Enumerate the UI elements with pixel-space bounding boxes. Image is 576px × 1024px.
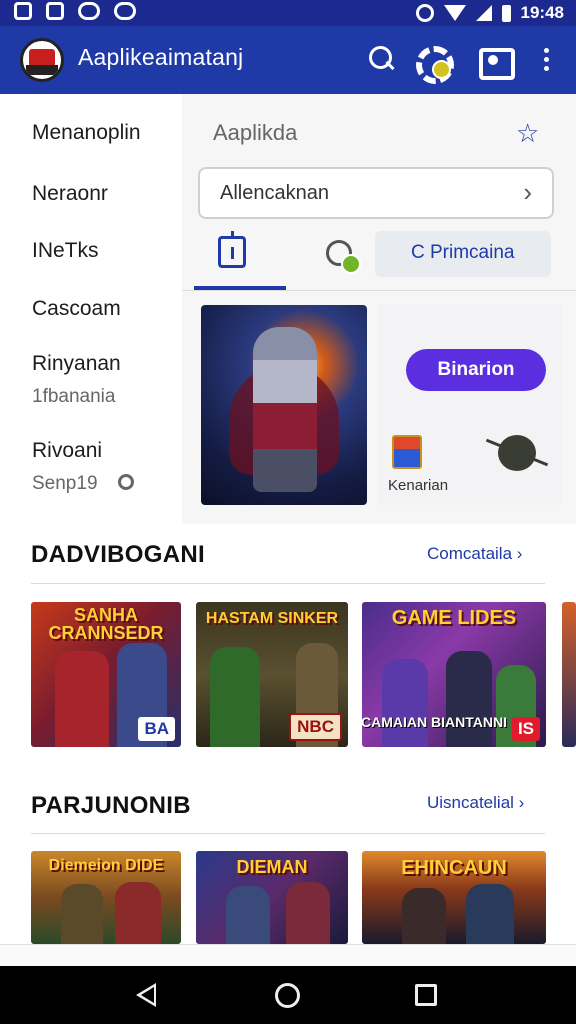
game-card-5[interactable]: DIEMAN	[196, 851, 348, 944]
app-title: Aaplikeaimatanj	[78, 44, 244, 70]
drawer-item-6[interactable]: Rivoani	[32, 439, 102, 463]
drawer-item-5[interactable]: Rinyanan	[32, 352, 121, 376]
character-figure	[61, 884, 103, 944]
signal-icon	[475, 5, 492, 21]
bottom-nav	[0, 944, 576, 966]
nav-drawer: Menanoplin Neraonr INeTks Cascoam Rinyan…	[0, 94, 182, 524]
chevron-right-icon[interactable]: ›	[523, 177, 532, 208]
app-panel: Aaplikda ☆ Allencaknan › C Primcaina Bin…	[182, 94, 576, 524]
face-icon	[78, 2, 100, 20]
recents-icon[interactable]	[415, 984, 437, 1006]
game-card-6-title: EHINCAUN	[401, 857, 507, 879]
character-figure	[402, 888, 446, 944]
status-bar: 19:48	[0, 0, 576, 26]
section-title-1: DADVIBOGANI	[31, 541, 205, 568]
game-card-2-badge: NBC	[289, 713, 342, 741]
camera-icon[interactable]	[477, 44, 515, 80]
alarm-icon	[415, 4, 434, 22]
game-card-1-badge: BA	[138, 717, 175, 741]
app-bar: Aaplikeaimatanj	[0, 26, 576, 94]
game-card-3-badge: IS	[511, 717, 540, 741]
chat-icon	[114, 2, 136, 20]
game-card-2[interactable]: HASTAM SINKER NBC	[196, 602, 348, 747]
battery-saver-icon	[46, 2, 64, 20]
system-nav-bar	[0, 966, 576, 1024]
search-field-text: Allencaknan	[220, 182, 329, 204]
system-icons: 19:48	[415, 3, 564, 23]
section-link-1[interactable]: Comcataila ›	[427, 544, 522, 564]
game-card-4-title: Diemeion DIDE	[48, 857, 164, 874]
game-thumbnail-icon[interactable]	[392, 435, 422, 469]
mace-icon	[498, 435, 536, 471]
divider	[182, 290, 576, 291]
back-icon[interactable]	[136, 983, 156, 1007]
hero-figure	[253, 327, 317, 492]
notification-icon	[14, 2, 32, 20]
game-card-3-subtitle: CAMAIAN BIANTANNI	[362, 714, 507, 730]
divider	[31, 583, 545, 584]
panel-title: Aaplikda	[213, 120, 298, 145]
character-figure	[226, 886, 270, 944]
character-figure	[115, 882, 161, 944]
drawer-item-1[interactable]: Menanoplin	[32, 121, 141, 145]
game-card-3-title: GAME LIDES	[391, 607, 517, 629]
game-card-5-title: DIEMAN	[236, 857, 308, 877]
drawer-item-4[interactable]: Cascoam	[32, 297, 121, 321]
section-title-2: PARJUNONIB	[31, 792, 191, 819]
drawer-item-2[interactable]: Neraonr	[32, 182, 108, 206]
character-figure	[466, 884, 514, 944]
star-icon[interactable]: ☆	[516, 118, 539, 149]
game-card-3[interactable]: GAME LIDES CAMAIAN BIANTANNI IS	[362, 602, 546, 747]
radio-icon[interactable]	[118, 474, 134, 490]
tab-history-icon[interactable]	[326, 240, 361, 274]
section-link-2[interactable]: Uisncatelial ›	[427, 793, 524, 813]
drawer-item-6-sub: Senp19	[32, 473, 98, 494]
more-vert-icon[interactable]	[538, 44, 570, 76]
tab-device-icon[interactable]	[218, 231, 246, 268]
tab-premium-label: C Primcaina	[411, 242, 515, 263]
character-figure	[382, 659, 428, 747]
game-card-2-title: HASTAM SINKER	[205, 610, 339, 627]
divider	[31, 833, 545, 834]
section-link-2-label: Uisncatelial	[427, 793, 514, 812]
game-card-1[interactable]: SANHA CRANNSEDR BA	[31, 602, 181, 747]
notification-icons	[14, 2, 136, 20]
game-card-4[interactable]: Diemeion DIDE	[31, 851, 181, 944]
gear-icon[interactable]	[414, 44, 454, 84]
clock: 19:48	[520, 3, 564, 22]
app-logo[interactable]	[20, 38, 64, 82]
featured-game-image[interactable]	[201, 305, 367, 505]
search-icon[interactable]	[366, 44, 398, 76]
promo-card: Binarion Kenarian	[378, 305, 562, 505]
search-field[interactable]: Allencaknan ›	[198, 167, 554, 219]
character-figure	[286, 882, 330, 944]
game-card-1-title: SANHA CRANNSEDR	[48, 605, 164, 643]
promo-button[interactable]: Binarion	[406, 349, 546, 391]
wifi-icon	[443, 5, 466, 21]
battery-icon	[501, 4, 511, 22]
section-link-1-label: Comcataila	[427, 544, 513, 563]
character-figure	[210, 647, 260, 747]
drawer-item-5-sub: 1fbanania	[32, 386, 116, 407]
tab-premium[interactable]: C Primcaina	[375, 231, 551, 277]
character-figure	[446, 651, 492, 747]
game-card-peek[interactable]	[562, 602, 576, 747]
promo-caption: Kenarian	[388, 477, 449, 494]
drawer-item-3[interactable]: INeTks	[32, 239, 99, 263]
character-figure	[55, 651, 109, 747]
game-card-6[interactable]: EHINCAUN	[362, 851, 546, 944]
home-icon[interactable]	[275, 983, 300, 1008]
